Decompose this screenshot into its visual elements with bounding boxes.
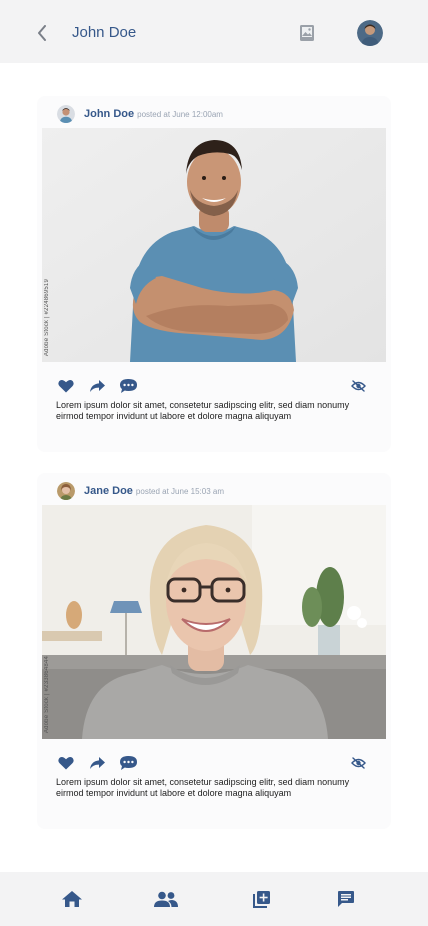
share-icon (90, 757, 105, 769)
comment-icon (120, 379, 137, 393)
heart-icon (58, 757, 74, 770)
hide-post-button[interactable] (351, 753, 366, 773)
like-button[interactable] (58, 753, 74, 773)
people-icon (154, 891, 178, 907)
post-timestamp: posted at June 12:00am (137, 109, 223, 119)
post-photo[interactable]: Adobe Stock | #224869519 (42, 128, 386, 362)
post-actions (57, 376, 373, 396)
nav-add-post-button[interactable] (252, 889, 272, 909)
nav-friends-button[interactable] (153, 889, 179, 909)
bottom-navigation (0, 872, 428, 926)
share-button[interactable] (89, 376, 106, 396)
author-name[interactable]: Jane Doe (84, 485, 133, 497)
hide-icon (351, 380, 366, 392)
post-actions (57, 753, 373, 773)
chevron-left-icon (38, 25, 46, 41)
comment-button[interactable] (119, 376, 138, 396)
post-timestamp: posted at June 15:03 am (135, 486, 224, 496)
heart-icon (58, 380, 74, 393)
post-author-row[interactable]: John Doe posted at June 12:00am (57, 104, 223, 124)
share-button[interactable] (89, 753, 106, 773)
add-post-icon (253, 891, 270, 908)
comment-icon (120, 756, 137, 770)
author-avatar[interactable] (57, 105, 75, 123)
share-icon (90, 380, 105, 392)
gallery-button[interactable] (297, 23, 317, 43)
comment-button[interactable] (119, 753, 138, 773)
home-icon (62, 891, 82, 907)
nav-messages-button[interactable] (336, 889, 356, 909)
post-author-row[interactable]: Jane Doe posted at June 15:03 am (57, 481, 224, 501)
post-card: John Doe posted at June 12:00am Adobe St… (37, 96, 391, 452)
user-avatar[interactable] (357, 20, 383, 46)
author-avatar[interactable] (57, 482, 75, 500)
top-app-bar: John Doe (0, 0, 428, 63)
stock-watermark: Adobe Stock | #224869519 (44, 278, 50, 356)
back-button[interactable] (33, 22, 51, 44)
author-name[interactable]: John Doe (84, 108, 134, 120)
post-card: Jane Doe posted at June 15:03 am Adobe S… (37, 473, 391, 829)
hide-icon (351, 757, 366, 769)
stock-watermark: Adobe Stock | #233864844 (44, 655, 50, 733)
hide-post-button[interactable] (351, 376, 366, 396)
like-button[interactable] (58, 376, 74, 396)
messages-icon (338, 891, 354, 907)
post-caption: Lorem ipsum dolor sit amet, consetetur s… (56, 777, 350, 798)
nav-home-button[interactable] (61, 889, 83, 909)
profile-name-title: John Doe (72, 24, 137, 41)
post-photo[interactable]: Adobe Stock | #233864844 (42, 505, 386, 739)
image-gallery-icon (300, 25, 314, 41)
post-caption: Lorem ipsum dolor sit amet, consetetur s… (56, 400, 350, 421)
